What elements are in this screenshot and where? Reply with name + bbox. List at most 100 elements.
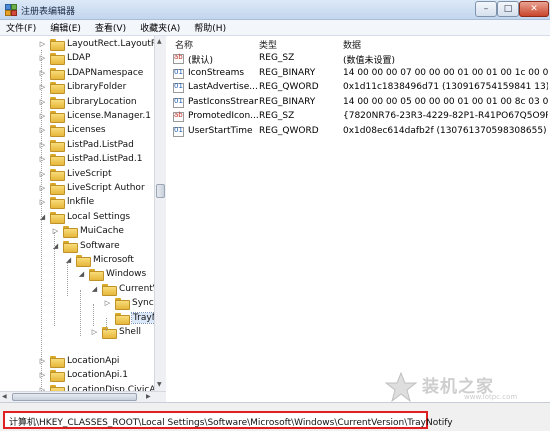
folder-icon: [102, 327, 117, 339]
column-header-name[interactable]: 名称: [175, 38, 193, 51]
expand-icon[interactable]: ▷: [38, 184, 47, 193]
expand-icon[interactable]: ▷: [38, 40, 47, 49]
expand-icon[interactable]: ▷: [38, 371, 47, 380]
tree-item[interactable]: ◢ Microsoft: [64, 253, 134, 267]
menu-help[interactable]: 帮助(H): [194, 21, 226, 34]
collapse-icon[interactable]: ◢: [51, 241, 60, 250]
menu-view[interactable]: 查看(V): [95, 21, 126, 34]
tree-item[interactable]: ▷ LiveScript: [38, 167, 111, 181]
tree-item[interactable]: ▷ ListPad.ListPad: [38, 138, 134, 152]
tree-item-label: Shell: [119, 327, 141, 337]
tree-item-label: Microsoft: [93, 255, 134, 265]
value-row[interactable]: PromotedIcon...REG_SZ {7820NR76-23R3-4229…: [167, 110, 550, 124]
folder-icon: [115, 298, 130, 311]
tree-item[interactable]: ▷ MuiCache: [51, 224, 124, 239]
expand-icon: [103, 313, 112, 322]
tree-item[interactable]: ▷ SyncM: [103, 296, 161, 311]
collapse-icon[interactable]: ◢: [90, 284, 99, 293]
tree-item[interactable]: ◢ Local Settings: [38, 210, 130, 224]
expand-icon[interactable]: ▷: [38, 68, 47, 77]
tree-item[interactable]: ▷ LDAP: [38, 51, 91, 66]
expand-icon[interactable]: ▷: [103, 299, 112, 308]
tree-item[interactable]: ▷ LibraryFolder: [38, 80, 126, 95]
minimize-button[interactable]: –: [475, 1, 497, 17]
menu-bar: 文件(F) 编辑(E) 查看(V) 收藏夹(A) 帮助(H): [0, 20, 550, 36]
value-type: REG_BINARY: [259, 67, 316, 78]
tree-item[interactable]: ▷ Shell: [90, 325, 141, 339]
expand-icon[interactable]: ▷: [38, 97, 47, 106]
collapse-icon[interactable]: ◢: [38, 212, 47, 221]
tree-item[interactable]: ◢ Windows: [77, 267, 146, 282]
scroll-down-icon[interactable]: ▼: [157, 381, 162, 388]
tree-item-label: LiveScript Author: [67, 183, 145, 193]
menu-favorites[interactable]: 收藏夹(A): [140, 21, 180, 34]
tree-item-label: LDAP: [67, 53, 91, 64]
tree-item[interactable]: ▷ LocationApi: [38, 354, 119, 368]
status-path-highlight: 计算机\HKEY_CLASSES_ROOT\Local Settings\Sof…: [3, 411, 453, 429]
close-button[interactable]: ✕: [519, 1, 549, 17]
expand-icon[interactable]: ▷: [51, 227, 60, 236]
collapse-icon[interactable]: ◢: [77, 270, 86, 279]
collapse-icon[interactable]: ◢: [64, 256, 73, 265]
folder-icon: [50, 355, 65, 368]
binary-value-icon: [173, 82, 184, 93]
tree-item[interactable]: ▷ LDAPNamespace: [38, 66, 143, 80]
tree-item[interactable]: ▷ lnkfile: [38, 195, 95, 210]
folder-icon: [50, 139, 65, 152]
tree-item[interactable]: ▷ License.Manager.1: [38, 109, 151, 123]
minimize-icon: –: [483, 4, 489, 14]
column-header-type[interactable]: 类型: [259, 38, 277, 51]
tree-item-label: lnkfile: [67, 197, 95, 208]
value-row[interactable]: IconStreams REG_BINARY 14 00 00 00 07 00 0…: [167, 67, 550, 81]
tree-item[interactable]: ▷ LocationApi.1: [38, 368, 129, 383]
tree-horizontal-scroll-thumb[interactable]: [12, 393, 137, 401]
value-row[interactable]: LastAdvertise...REG_QWORD 0x1d11c1838496d…: [167, 81, 550, 95]
tree-item[interactable]: ▷ ListPad.ListPad.1: [38, 152, 142, 167]
folder-icon: [50, 197, 65, 210]
expand-icon[interactable]: ▷: [90, 328, 99, 337]
value-row[interactable]: PastIconsStreamREG_BINARY 14 00 00 00 05 …: [167, 96, 550, 110]
folder-icon: [76, 255, 91, 267]
expand-icon[interactable]: ▷: [38, 83, 47, 92]
tree-connector-line: [93, 304, 94, 326]
value-row[interactable]: (默认) REG_SZ (数值未设置): [167, 52, 550, 66]
expand-icon[interactable]: ▷: [38, 112, 47, 121]
value-type: REG_SZ: [259, 111, 295, 121]
tree-item[interactable]: ▷ LayoutRect.LayoutRect.: [38, 37, 165, 51]
tree-horizontal-scrollbar[interactable]: ◀ ▶: [0, 391, 166, 402]
expand-icon[interactable]: ▷: [38, 356, 47, 365]
scroll-up-icon[interactable]: ▲: [157, 38, 162, 45]
binary-value-icon: [173, 97, 184, 108]
value-data: 0x1d08ec614dafb2f (130761370598308655): [343, 125, 547, 136]
menu-edit[interactable]: 编辑(E): [50, 21, 81, 34]
expand-icon[interactable]: ▷: [38, 140, 47, 149]
expand-icon[interactable]: ▷: [38, 155, 47, 164]
values-list[interactable]: 名称 类型 数据 (默认) REG_SZ (数值未设置) IconStreams REG…: [167, 36, 550, 402]
tree-item-label: License.Manager.1: [67, 111, 152, 121]
tree-vertical-scroll-thumb[interactable]: [156, 184, 165, 198]
expand-icon[interactable]: ▷: [38, 54, 47, 63]
binary-value-icon: [173, 68, 184, 79]
expand-icon[interactable]: ▷: [38, 198, 47, 207]
status-bar: 计算机\HKEY_CLASSES_ROOT\Local Settings\Sof…: [0, 402, 550, 431]
column-header-data[interactable]: 数据: [343, 38, 361, 51]
expand-icon[interactable]: ▷: [38, 126, 47, 135]
scroll-left-icon[interactable]: ◀: [2, 393, 7, 400]
menu-file[interactable]: 文件(F): [6, 21, 36, 34]
scroll-right-icon[interactable]: ▶: [146, 393, 151, 400]
folder-icon: [102, 283, 117, 296]
tree-item[interactable]: ▷ LibraryLocation: [38, 95, 137, 109]
tree-vertical-scrollbar[interactable]: ▲ ▼: [154, 36, 166, 391]
value-row[interactable]: UserStartTime REG_QWORD 0x1d08ec614dafb2f …: [167, 125, 550, 139]
tree-item-label: LiveScript: [67, 168, 112, 179]
folder-icon: [50, 111, 65, 123]
tree-item[interactable]: ▷ Licenses: [38, 123, 106, 138]
maximize-button[interactable]: □: [497, 1, 519, 17]
tree-item[interactable]: ◢ CurrentVe: [90, 282, 164, 296]
tree-item-label: LocationApi.1: [67, 370, 129, 381]
folder-icon: [50, 67, 65, 80]
tree-item[interactable]: ◢ Software: [51, 239, 120, 253]
registry-tree[interactable]: ▷ LayoutRect.LayoutRect. ▷ LDAP ▷ LDAPNamespa…: [0, 36, 166, 402]
tree-item[interactable]: ▷ LiveScript Author: [38, 181, 145, 195]
expand-icon[interactable]: ▷: [38, 169, 47, 178]
